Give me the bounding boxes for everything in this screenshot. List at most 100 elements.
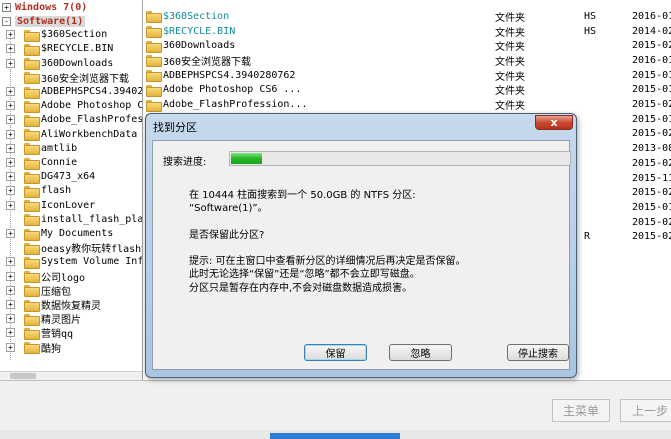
file-row[interactable]: Adobe_FlashProfession... 文件夹 2015-02	[143, 97, 671, 112]
tree-item[interactable]: + Adobe_FlashProfessi	[6, 113, 142, 127]
file-row[interactable]: ADBEPHSPCS4.3940280762 文件夹 2015-01	[143, 68, 671, 83]
tree-item[interactable]: + 公司logo	[6, 269, 85, 284]
expand-icon[interactable]: +	[6, 172, 15, 182]
tree-item[interactable]: + 营销qq	[6, 326, 73, 340]
tree-item[interactable]: + 精灵图片	[6, 312, 81, 326]
tree-root-software[interactable]: - Software(1)	[2, 14, 86, 28]
file-type: 文件夹	[495, 101, 525, 113]
expand-icon[interactable]: +	[6, 129, 15, 139]
folder-icon	[146, 55, 162, 68]
stop-search-button[interactable]: 停止搜索	[507, 344, 569, 361]
file-type: 文件夹	[495, 27, 525, 39]
expand-icon[interactable]: +	[6, 257, 15, 267]
tree-item[interactable]: + DG473_x64	[6, 170, 95, 184]
bottom-accent-bar	[270, 433, 400, 439]
tree-item-label: IconLover	[41, 199, 96, 211]
tree-item[interactable]: oeasy教你玩转flash制	[6, 241, 142, 255]
expand-icon[interactable]: +	[6, 158, 15, 168]
expand-icon[interactable]: +	[6, 328, 15, 338]
tree-item-label: flash	[41, 185, 72, 197]
folder-icon	[24, 114, 40, 127]
expand-icon[interactable]: +	[6, 186, 15, 196]
folder-icon	[24, 271, 40, 284]
expand-icon[interactable]: +	[6, 143, 15, 153]
tree-item-label: $360Section	[41, 29, 108, 41]
keep-button[interactable]: 保留	[304, 344, 367, 361]
tree-item-label: 营销qq	[41, 329, 74, 341]
tree-item-label: AliWorkbenchData	[41, 128, 138, 140]
expand-icon[interactable]: +	[6, 87, 15, 97]
expand-icon[interactable]: +	[6, 200, 15, 210]
bottom-strip	[0, 430, 671, 439]
tree-item[interactable]: install_flash_playe	[6, 213, 143, 227]
tree-item[interactable]: + $RECYCLE.BIN	[6, 42, 113, 56]
partition-tree[interactable]: + Windows 7(0) - Software(1) + $360Sectio…	[0, 0, 143, 380]
file-row[interactable]: 360安全浏览器下载 文件夹 2016-01	[143, 53, 671, 68]
expand-icon[interactable]: +	[6, 300, 15, 310]
tree-item[interactable]: + $360Section	[6, 28, 107, 42]
expand-icon[interactable]: +	[6, 285, 15, 295]
file-row[interactable]: $RECYCLE.BIN 文件夹 HS 2014-02	[143, 24, 671, 39]
tree-item-label: 酷狗	[41, 343, 61, 355]
tree-item-label: 压缩包	[41, 286, 71, 298]
tree-item[interactable]: 360安全浏览器下载	[6, 71, 129, 85]
file-date: 2015-02	[632, 128, 671, 140]
main-menu-button[interactable]: 主菜单	[552, 399, 610, 422]
file-date: 2015-02	[632, 40, 671, 52]
expand-icon[interactable]: +	[6, 44, 15, 54]
close-button[interactable]: x	[535, 115, 573, 130]
folder-icon	[24, 228, 40, 241]
tree-item[interactable]: + System Volume Infor	[6, 255, 142, 269]
tree-horizontal-scrollbar[interactable]	[0, 371, 142, 380]
expand-icon[interactable]: +	[6, 271, 15, 281]
folder-icon	[24, 100, 40, 113]
prev-step-button[interactable]: 上一步	[620, 399, 671, 422]
file-row[interactable]: $360Section 文件夹 HS 2016-01	[143, 9, 671, 24]
tree-item[interactable]: + amtlib	[6, 142, 77, 156]
file-name: Adobe Photoshop CS6 ...	[163, 84, 302, 96]
folder-icon	[24, 58, 40, 71]
tree-item-label: DG473_x64	[41, 171, 96, 183]
tree-item[interactable]: + My Documents	[6, 227, 113, 241]
expand-icon[interactable]: +	[6, 342, 15, 352]
tree-item-label: install_flash_playe	[41, 213, 143, 225]
expand-icon[interactable]: +	[6, 314, 15, 324]
folder-icon	[24, 43, 40, 56]
expand-icon[interactable]: +	[2, 2, 11, 12]
file-date: 2015-11	[632, 172, 671, 184]
expand-icon[interactable]: +	[6, 229, 15, 239]
tree-item[interactable]: + 压缩包	[6, 284, 71, 298]
tree-item[interactable]: + AliWorkbenchData	[6, 127, 138, 142]
folder-icon	[24, 143, 40, 156]
collapse-icon[interactable]: -	[2, 16, 11, 26]
expand-icon[interactable]: +	[6, 115, 15, 125]
expand-icon[interactable]: +	[6, 101, 15, 111]
file-date: 2015-01	[632, 84, 671, 96]
file-date: 2015-02	[632, 157, 671, 169]
expand-icon[interactable]: +	[6, 30, 15, 40]
tree-item[interactable]: + 数据恢复精灵	[6, 298, 101, 312]
file-row[interactable]: 360Downloads 文件夹 2015-02	[143, 38, 671, 53]
tree-item[interactable]: + flash	[6, 184, 71, 198]
scrollbar-thumb[interactable]	[10, 373, 36, 379]
file-row[interactable]: Adobe Photoshop CS6 ... 文件夹 2015-01	[143, 83, 671, 97]
tree-root-windows7[interactable]: + Windows 7(0)	[2, 0, 87, 14]
tree-item[interactable]: + 酷狗	[6, 340, 61, 355]
expand-icon[interactable]: +	[6, 58, 15, 68]
keep-question: 是否保留此分区?	[189, 230, 265, 241]
file-name: $360Section	[163, 10, 230, 22]
tree-item[interactable]: + Connie	[6, 156, 77, 170]
folder-icon	[24, 214, 40, 227]
ignore-button[interactable]: 忽略	[389, 344, 452, 361]
folder-icon	[24, 200, 40, 213]
file-date: 2015-02	[632, 187, 671, 199]
tree-item[interactable]: + Adobe Photoshop CS6	[6, 99, 142, 113]
folder-icon	[24, 342, 40, 355]
tree-item[interactable]: + IconLover	[6, 198, 96, 213]
file-date: 2015-02	[632, 231, 671, 243]
tree-item[interactable]: + ADBEPHSPCS4.3940280	[6, 85, 142, 99]
file-type: 文件夹	[495, 56, 525, 68]
folder-icon	[24, 72, 40, 85]
hint-line: 分区只是暂存在内存中,不会对磁盘数据造成损害。	[189, 283, 413, 294]
tree-item[interactable]: +360Downloads	[6, 56, 113, 71]
